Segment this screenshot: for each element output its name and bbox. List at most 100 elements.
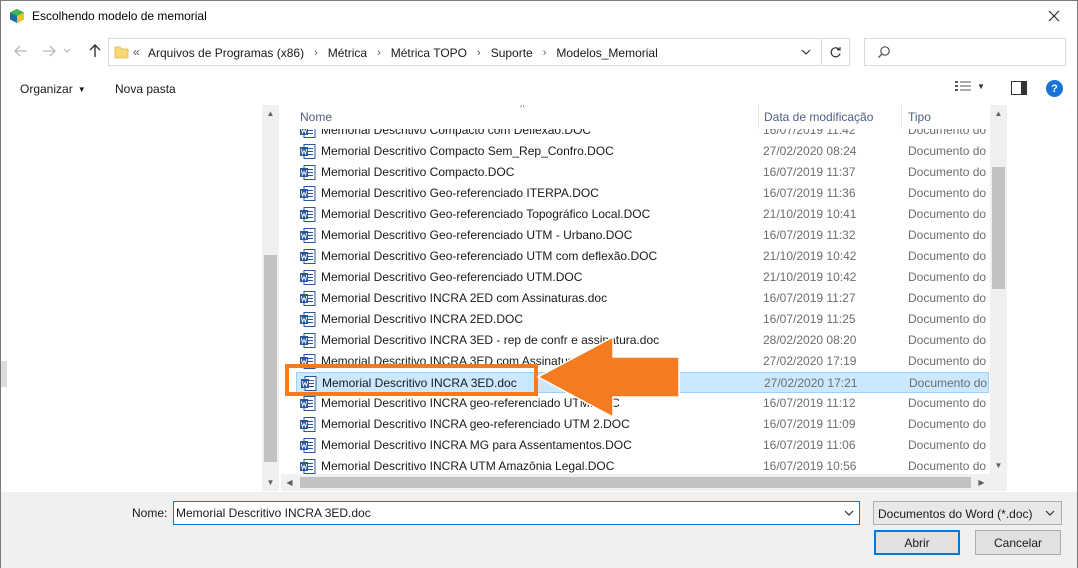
file-name: Memorial Descritivo INCRA 2ED com Assina… xyxy=(321,291,608,305)
file-row[interactable]: Memorial Descritivo Geo-referenciado UTM… xyxy=(296,267,989,288)
breadcrumb-item[interactable]: Suporte xyxy=(491,46,533,60)
file-date: 27/02/2020 17:19 xyxy=(763,354,857,368)
arrow-left-icon xyxy=(14,45,27,57)
file-type: Documento do xyxy=(908,438,987,452)
file-name-input[interactable] xyxy=(176,504,836,522)
help-button[interactable]: ? xyxy=(1046,80,1063,97)
file-name: Memorial Descritivo Geo-referenciado Top… xyxy=(321,207,651,221)
scroll-corner xyxy=(990,474,1007,491)
chevron-down-icon xyxy=(1045,510,1055,516)
file-row[interactable]: Memorial Descritivo Geo-referenciado Top… xyxy=(296,204,989,225)
preview-pane-icon[interactable] xyxy=(1011,81,1027,95)
file-name-label: Nome: xyxy=(132,506,168,520)
word-document-icon xyxy=(300,417,316,432)
file-row[interactable]: Memorial Descritivo INCRA MG para Assent… xyxy=(296,435,989,456)
organize-label: Organizar xyxy=(20,82,73,96)
vscroll-thumb[interactable] xyxy=(992,167,1005,289)
file-type: Documento do xyxy=(908,270,987,284)
nav-scrollbar[interactable]: ▲ ▼ xyxy=(262,105,279,491)
file-type: Documento do xyxy=(908,249,987,263)
sort-ascending-icon: ^ xyxy=(520,105,525,114)
column-name[interactable]: Nome xyxy=(300,110,332,124)
scroll-down-icon[interactable]: ▼ xyxy=(262,474,279,491)
file-date: 16/07/2019 11:12 xyxy=(763,396,856,410)
address-overflow[interactable]: « xyxy=(133,45,140,59)
column-divider[interactable] xyxy=(901,105,902,129)
hscroll-thumb[interactable] xyxy=(300,477,971,488)
file-name: Memorial Descritivo Compacto Sem_Rep_Con… xyxy=(321,144,614,158)
search-icon xyxy=(878,46,890,58)
file-type: Documento do xyxy=(908,417,987,431)
nav-scroll-thumb[interactable] xyxy=(264,255,277,462)
caret-down-icon: ▼ xyxy=(977,81,985,91)
breadcrumb-separator[interactable]: › xyxy=(314,47,318,59)
file-type-select[interactable]: Documentos do Word (*.doc) xyxy=(873,501,1062,525)
file-row[interactable]: Memorial Descritivo Geo-referenciado UTM… xyxy=(296,225,989,246)
file-name-field[interactable] xyxy=(173,501,860,525)
forward-button[interactable] xyxy=(38,40,60,62)
dialog-footer: Nome: Documentos do Word (*.doc) Abrir C… xyxy=(1,492,1077,568)
chevron-down-icon[interactable] xyxy=(801,45,811,59)
back-button[interactable] xyxy=(10,40,32,62)
close-icon xyxy=(1048,10,1060,22)
column-type[interactable]: Tipo xyxy=(908,110,931,124)
open-button[interactable]: Abrir xyxy=(874,530,960,555)
file-date: 27/02/2020 08:24 xyxy=(763,144,857,158)
scroll-down-icon[interactable]: ▼ xyxy=(990,457,1007,474)
file-date: 16/07/2019 11:06 xyxy=(763,438,856,452)
breadcrumb: Arquivos de Programas (x86) › Métrica › … xyxy=(148,46,658,60)
file-type: Documento do xyxy=(908,207,987,221)
scroll-right-icon[interactable]: ▶ xyxy=(973,474,990,491)
file-row[interactable]: Memorial Descritivo Compacto.DOC 16/07/20… xyxy=(296,162,989,183)
word-document-icon xyxy=(300,228,316,243)
cancel-button[interactable]: Cancelar xyxy=(975,530,1061,555)
file-row[interactable]: Memorial Descritivo Geo-referenciado ITE… xyxy=(296,183,989,204)
breadcrumb-item[interactable]: Métrica TOPO xyxy=(391,46,467,60)
scroll-up-icon[interactable]: ▲ xyxy=(990,105,1007,122)
window-title: Escolhendo modelo de memorial xyxy=(32,9,207,23)
file-type: Documento do xyxy=(908,186,987,200)
file-name: Memorial Descritivo Compacto com Deflexã… xyxy=(321,129,592,137)
word-document-icon xyxy=(300,144,316,159)
scroll-left-icon[interactable]: ◀ xyxy=(281,474,298,491)
organize-menu[interactable]: Organizar ▼ xyxy=(20,82,86,96)
search-input[interactable] xyxy=(864,38,1066,66)
file-row[interactable]: Memorial Descritivo INCRA 2ED com Assina… xyxy=(296,288,989,309)
pane-resize-handle[interactable] xyxy=(1,361,7,387)
change-view-button[interactable]: ▼ xyxy=(955,80,985,92)
close-button[interactable] xyxy=(1031,1,1077,31)
navigation-pane[interactable]: ▲ ▼ xyxy=(1,105,280,491)
breadcrumb-separator[interactable]: › xyxy=(477,47,481,59)
breadcrumb-item[interactable]: Métrica xyxy=(328,46,367,60)
file-list-vscrollbar[interactable]: ▲ ▼ xyxy=(990,105,1007,474)
file-row[interactable]: Memorial Descritivo Compacto Sem_Rep_Con… xyxy=(296,141,989,162)
file-date: 16/07/2019 11:32 xyxy=(763,228,856,242)
new-folder-button[interactable]: Nova pasta xyxy=(115,82,176,96)
breadcrumb-separator[interactable]: › xyxy=(543,47,547,59)
file-list-hscrollbar[interactable]: ◀ ▶ xyxy=(281,474,990,491)
refresh-button[interactable] xyxy=(822,38,850,66)
file-date: 16/07/2019 11:09 xyxy=(763,417,856,431)
file-name: Memorial Descritivo Geo-referenciado UTM… xyxy=(321,228,633,242)
column-date[interactable]: Data de modificação xyxy=(764,110,873,124)
chevron-down-icon[interactable] xyxy=(844,508,854,518)
title-bar: Escolhendo modelo de memorial xyxy=(1,1,1077,31)
address-bar[interactable]: « Arquivos de Programas (x86) › Métrica … xyxy=(108,38,822,66)
file-row[interactable]: Memorial Descritivo Compacto com Deflexã… xyxy=(296,129,989,141)
file-row[interactable]: Memorial Descritivo Geo-referenciado UTM… xyxy=(296,246,989,267)
word-document-icon xyxy=(300,270,316,285)
file-date: 16/07/2019 10:56 xyxy=(763,459,857,473)
breadcrumb-item[interactable]: Arquivos de Programas (x86) xyxy=(148,46,304,60)
file-row[interactable]: Memorial Descritivo INCRA UTM Amazônia L… xyxy=(296,456,989,474)
column-divider[interactable] xyxy=(758,105,759,129)
breadcrumb-separator[interactable]: › xyxy=(377,47,381,59)
file-row[interactable]: Memorial Descritivo INCRA 2ED.DOC 16/07/2… xyxy=(296,309,989,330)
breadcrumb-item[interactable]: Modelos_Memorial xyxy=(556,46,657,60)
details-view-icon xyxy=(955,81,971,91)
file-date: 27/02/2020 17:21 xyxy=(764,376,858,390)
up-button[interactable] xyxy=(84,40,106,62)
scroll-up-icon[interactable]: ▲ xyxy=(262,105,279,122)
word-document-icon xyxy=(300,333,316,348)
recent-locations-button[interactable] xyxy=(60,40,74,62)
word-document-icon xyxy=(300,186,316,201)
